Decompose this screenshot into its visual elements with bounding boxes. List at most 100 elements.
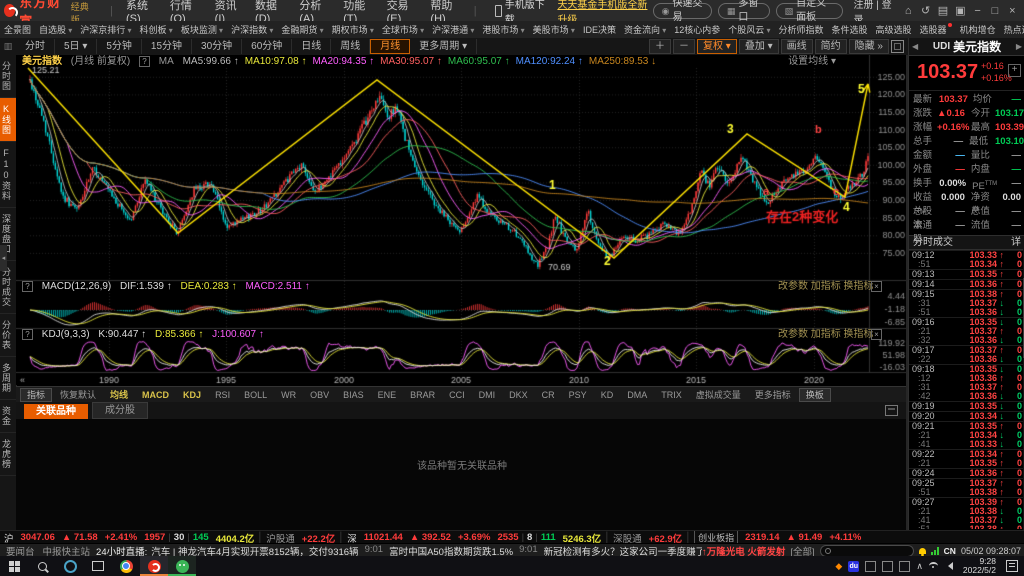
nav-个股风云[interactable]: 个股风云 ▾	[728, 23, 770, 36]
nav-热点追击[interactable]: 热点追击	[1004, 23, 1024, 36]
ticker-channel-2[interactable]: 中报快主站	[43, 544, 91, 558]
nav-高级选股[interactable]: 高级选股	[876, 23, 912, 36]
nav-期权市场[interactable]: 期权市场 ▾	[332, 23, 374, 36]
sidebar-资金[interactable]: 资金	[0, 400, 16, 433]
wechat-icon[interactable]	[168, 556, 196, 576]
macd-pane-tools[interactable]: 改参数 加指标 换指标	[778, 281, 874, 293]
period-月线[interactable]: 月线	[370, 39, 410, 54]
kdj-pane-tools[interactable]: 改参数 加指标 换指标	[778, 329, 874, 341]
indicator-tab-均线[interactable]: 均线	[104, 388, 134, 401]
maximize-button[interactable]: □	[989, 5, 1000, 17]
indicator-tab-CCI[interactable]: CCI	[443, 390, 471, 400]
nav-金融期货[interactable]: 金融期货 ▾	[281, 23, 323, 36]
sidebar-多周期[interactable]: 多周期	[0, 357, 16, 400]
start-button[interactable]	[0, 556, 28, 576]
news-item[interactable]: 新冠检测有多火？这家公司一季度赚了143亿！是过去十年利润总和的15倍	[544, 544, 702, 558]
sidebar-K线图[interactable]: K线图	[0, 98, 16, 142]
indicator-tab-BOLL[interactable]: BOLL	[238, 390, 273, 400]
news-item[interactable]: 9:01	[519, 544, 538, 558]
ticks-detail-link[interactable]: 详	[1011, 236, 1021, 249]
indicator-tab-KDJ[interactable]: KDJ	[177, 390, 207, 400]
indicator-tab-TRIX[interactable]: TRIX	[655, 390, 688, 400]
eastmoney-app-icon[interactable]	[140, 556, 168, 576]
indicator-tab-WR[interactable]: WR	[275, 390, 302, 400]
panel-mode-icon[interactable]	[885, 405, 898, 416]
tool-－[interactable]: －	[673, 39, 695, 54]
next-symbol-button[interactable]: ▶	[1016, 42, 1022, 51]
nav-资金流向[interactable]: 资金流向 ▾	[624, 23, 666, 36]
nav-机构增仓[interactable]: 机构增仓	[960, 23, 996, 36]
volume-icon[interactable]	[944, 562, 953, 570]
tool-隐藏 »[interactable]: 隐藏 »	[849, 39, 889, 54]
view-all-link[interactable]: [全部]	[790, 544, 814, 558]
time-sales-list[interactable]: 09:12103.33 ↑0:51103.34 ↑009:13103.35 ↑0…	[909, 250, 1024, 529]
tab-关联品种[interactable]: 关联品种	[24, 404, 88, 419]
indicator-tab-虚拟成交量[interactable]: 虚拟成交量	[690, 388, 747, 401]
nav-全景图[interactable]: 全景图	[4, 23, 31, 36]
nav-沪深京排行[interactable]: 沪深京排行 ▾	[80, 23, 131, 36]
layout-icon[interactable]: ▣	[955, 4, 966, 17]
indicator-tab-CR[interactable]: CR	[536, 390, 561, 400]
nav-IDE决策[interactable]: IDE决策	[583, 23, 616, 36]
chart-mode-icon[interactable]: ▥	[0, 41, 16, 52]
indicator-tab-PSY[interactable]: PSY	[563, 390, 593, 400]
pill-0[interactable]: ◉快速交易	[653, 3, 712, 19]
news-items[interactable]: 汽车 | 神龙汽车4月实现开票8152辆，交付9316辆9:01富时中国A50指…	[151, 544, 702, 558]
nav-自选股[interactable]: 自选股 ▾	[39, 23, 72, 36]
tray-icon[interactable]	[882, 561, 893, 572]
period-5分钟[interactable]: 5分钟	[97, 39, 142, 54]
sidebar-collapse-handle[interactable]: ◂	[0, 245, 7, 271]
news-item[interactable]: 富时中国A50指数期货跌1.5%	[389, 544, 513, 558]
nav-沪深港通[interactable]: 沪深港通 ▾	[432, 23, 474, 36]
indicator-tab-ENE[interactable]: ENE	[372, 390, 403, 400]
fullscreen-icon[interactable]	[891, 40, 904, 53]
nav-选股器[interactable]: 选股器	[920, 23, 952, 36]
sidebar-F10资料[interactable]: F10资料	[0, 142, 16, 208]
refresh-icon[interactable]: ↺	[920, 4, 931, 17]
baidu-ime-icon[interactable]: du	[848, 561, 859, 572]
skin-icon[interactable]: ▤	[937, 4, 948, 17]
live-label[interactable]: 24小时直播:	[96, 544, 147, 558]
indicator-tab-DMI[interactable]: DMI	[473, 390, 502, 400]
nav-港股市场[interactable]: 港股市场 ▾	[482, 23, 524, 36]
ticker-channel-1[interactable]: 要闻台	[6, 544, 35, 558]
period-周线[interactable]: 周线	[331, 39, 370, 54]
chart-symbol[interactable]: 美元指数	[22, 56, 62, 67]
task-view-icon[interactable]	[84, 556, 112, 576]
action-center-icon[interactable]	[1006, 560, 1018, 572]
tool-简约[interactable]: 简约	[815, 39, 847, 54]
period-15分钟[interactable]: 15分钟	[142, 39, 192, 54]
indicator-tab-BIAS[interactable]: BIAS	[337, 390, 370, 400]
indicator-tab-BRAR[interactable]: BRAR	[404, 390, 441, 400]
nav-科创板[interactable]: 科创板 ▾	[140, 23, 173, 36]
sidebar-分价表[interactable]: 分价表	[0, 314, 16, 357]
period-60分钟[interactable]: 60分钟	[242, 39, 292, 54]
taskbar-search-icon[interactable]	[28, 556, 56, 576]
add-to-watchlist-button[interactable]: +	[1008, 64, 1021, 77]
taskbar-clock[interactable]: 9:28 2022/5/2	[963, 557, 996, 575]
home-icon[interactable]: ⌂	[903, 5, 914, 17]
tab-成分股[interactable]: 成分股	[92, 402, 148, 419]
tool-复权[interactable]: 复权 ▾	[697, 39, 737, 54]
indicator-tab-DMA[interactable]: DMA	[621, 390, 653, 400]
kdj-close-icon[interactable]: ×	[871, 329, 888, 341]
tray-icon[interactable]	[865, 561, 876, 572]
period-更多周期[interactable]: 更多周期 ▾	[410, 39, 477, 54]
indicator-tab-DKX[interactable]: DKX	[503, 390, 534, 400]
nav-条件选股[interactable]: 条件选股	[832, 23, 868, 36]
news-item[interactable]: 9:01	[365, 544, 384, 558]
nav-美股市场[interactable]: 美股市场 ▾	[533, 23, 575, 36]
indicator-tab-RSI[interactable]: RSI	[209, 390, 236, 400]
nav-沪深指数[interactable]: 沪深指数 ▾	[231, 23, 273, 36]
sidebar-龙虎榜[interactable]: 龙虎榜	[0, 433, 16, 476]
period-分时[interactable]: 分时	[16, 39, 55, 54]
notification-bell-icon[interactable]	[919, 548, 926, 554]
macd-close-icon[interactable]: ×	[871, 281, 888, 293]
close-button[interactable]: ×	[1007, 5, 1018, 17]
prev-symbol-button[interactable]: ◀	[912, 42, 918, 51]
tool-叠加[interactable]: 叠加 ▾	[739, 39, 779, 54]
sidebar-分时图[interactable]: 分时图	[0, 55, 16, 98]
nav-板块监测[interactable]: 板块监测 ▾	[181, 23, 223, 36]
indicator-tab-OBV[interactable]: OBV	[304, 390, 335, 400]
help-icon[interactable]: ?	[22, 329, 33, 340]
